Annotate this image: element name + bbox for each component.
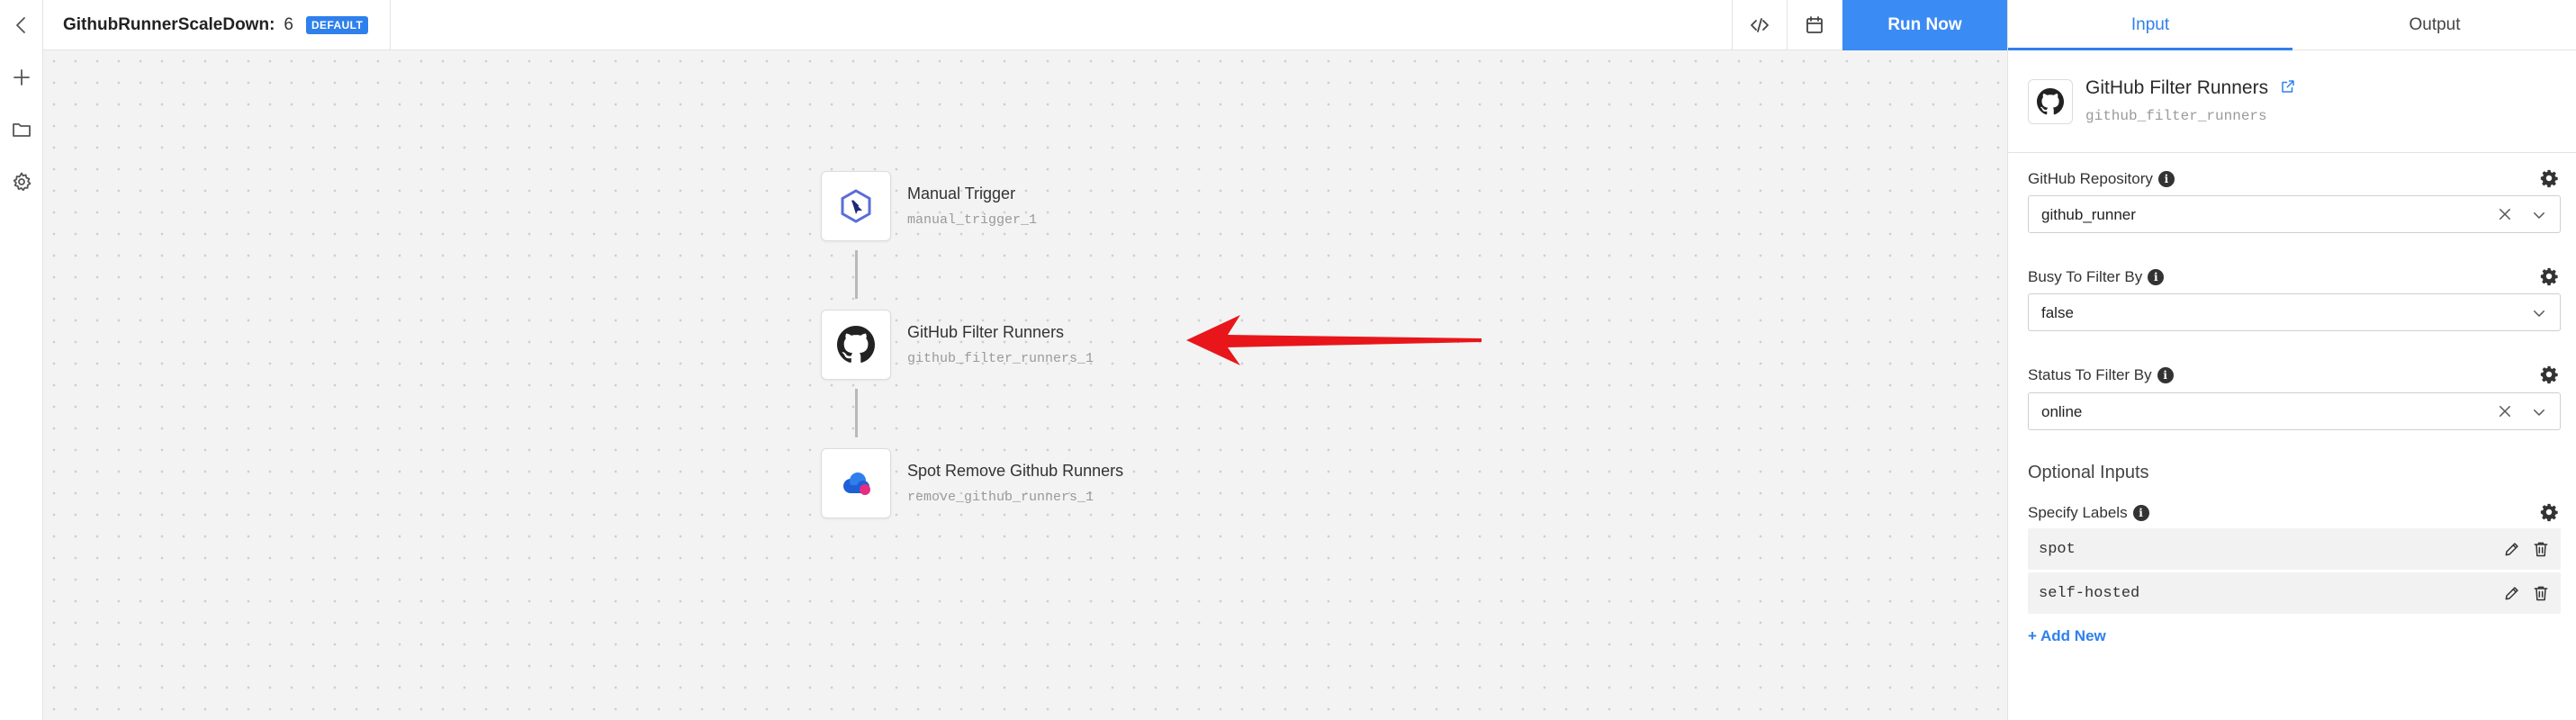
list-item: self-hosted bbox=[2028, 572, 2561, 614]
spot-cloud-icon bbox=[843, 472, 870, 495]
status-filter-select[interactable]: online bbox=[2028, 392, 2561, 430]
node-connector bbox=[855, 389, 858, 437]
node-text: Spot Remove Github Runners remove_github… bbox=[907, 462, 1123, 505]
workflow-name: GithubRunnerScaleDown: bbox=[63, 15, 275, 34]
field-label-text: GitHub Repository bbox=[2028, 170, 2153, 187]
calendar-icon[interactable] bbox=[1787, 0, 1841, 50]
workflow-node-github-filter-runners[interactable]: GitHub Filter Runners github_filter_runn… bbox=[821, 310, 1094, 380]
add-new-label-button[interactable]: + Add New bbox=[2028, 627, 2106, 645]
back-chevron-icon[interactable] bbox=[4, 7, 40, 43]
node-id: remove_github_runners_1 bbox=[907, 490, 1094, 505]
selected-node-name: GitHub Filter Runners bbox=[2085, 77, 2269, 98]
external-link-icon[interactable] bbox=[2280, 78, 2296, 99]
trash-icon[interactable] bbox=[2532, 540, 2550, 558]
workflow-node-manual-trigger[interactable]: Manual Trigger manual_trigger_1 bbox=[821, 171, 1037, 241]
node-icon-box[interactable] bbox=[821, 310, 891, 380]
chevron-down-icon[interactable] bbox=[2531, 404, 2547, 420]
github-icon bbox=[837, 326, 875, 363]
busy-filter-label: Busy To Filter By i bbox=[2028, 268, 2165, 286]
node-config-panel: Input Output GitHub Filter Runners githu… bbox=[2007, 0, 2576, 720]
pencil-icon[interactable] bbox=[2503, 584, 2521, 602]
selected-node-header: GitHub Filter Runners github_filter_runn… bbox=[2008, 50, 2576, 153]
field-label-text: Specify Labels bbox=[2028, 504, 2128, 521]
github-icon bbox=[2028, 79, 2073, 124]
workflow-node-spot-remove-runners[interactable]: Spot Remove Github Runners remove_github… bbox=[821, 448, 1123, 518]
select-value: false bbox=[2041, 304, 2074, 321]
github-repository-select[interactable]: github_runner bbox=[2028, 195, 2561, 233]
label-value: spot bbox=[2039, 541, 2076, 558]
status-filter-label: Status To Filter By i bbox=[2028, 366, 2174, 384]
gear-icon[interactable] bbox=[4, 164, 40, 200]
info-icon[interactable]: i bbox=[2132, 505, 2149, 521]
clear-icon[interactable] bbox=[2497, 206, 2513, 222]
list-item: spot bbox=[2028, 528, 2561, 570]
chevron-down-icon[interactable] bbox=[2531, 207, 2547, 223]
info-icon[interactable]: i bbox=[2148, 269, 2165, 285]
run-now-button[interactable]: Run Now bbox=[1842, 0, 2007, 50]
optional-inputs-heading: Optional Inputs bbox=[2028, 463, 2149, 482]
pencil-icon[interactable] bbox=[2503, 540, 2521, 558]
top-bar: GithubRunnerScaleDown: 6 DEFAULT Run Now bbox=[43, 0, 2007, 50]
select-value: github_runner bbox=[2041, 206, 2136, 223]
gear-icon[interactable] bbox=[2539, 266, 2559, 286]
info-icon[interactable]: i bbox=[2157, 367, 2174, 383]
node-name: Manual Trigger bbox=[907, 184, 1016, 202]
node-text: Manual Trigger manual_trigger_1 bbox=[907, 184, 1037, 228]
node-connector bbox=[855, 250, 858, 299]
field-label-text: Busy To Filter By bbox=[2028, 268, 2143, 285]
node-text: GitHub Filter Runners github_filter_runn… bbox=[907, 323, 1094, 366]
panel-tabs: Input Output bbox=[2008, 0, 2576, 50]
workflow-version: 6 bbox=[284, 15, 293, 34]
left-rail bbox=[0, 0, 43, 720]
trash-icon[interactable] bbox=[2532, 584, 2550, 602]
workflow-canvas[interactable]: Manual Trigger manual_trigger_1 GitHub F… bbox=[43, 50, 2007, 720]
clear-icon[interactable] bbox=[2497, 403, 2513, 419]
node-name: Spot Remove Github Runners bbox=[907, 462, 1124, 480]
node-id: github_filter_runners_1 bbox=[907, 351, 1094, 366]
node-icon-box[interactable] bbox=[821, 171, 891, 241]
folder-icon[interactable] bbox=[4, 112, 40, 148]
gear-icon[interactable] bbox=[2539, 364, 2559, 384]
plus-icon[interactable] bbox=[4, 59, 40, 95]
node-icon-box[interactable] bbox=[821, 448, 891, 518]
label-value: self-hosted bbox=[2039, 585, 2140, 602]
gear-icon[interactable] bbox=[2539, 502, 2559, 522]
red-arrow-annotation bbox=[1186, 315, 1482, 365]
tab-output[interactable]: Output bbox=[2292, 0, 2576, 50]
node-name: GitHub Filter Runners bbox=[907, 323, 1065, 341]
selected-node-id: github_filter_runners bbox=[2085, 108, 2267, 124]
workflow-title: GithubRunnerScaleDown: 6 DEFAULT bbox=[63, 0, 392, 50]
code-icon[interactable] bbox=[1732, 0, 1786, 50]
specify-labels-label: Specify Labels i bbox=[2028, 504, 2149, 522]
field-label-text: Status To Filter By bbox=[2028, 366, 2152, 383]
cursor-hexagon-icon bbox=[841, 189, 871, 223]
info-icon[interactable]: i bbox=[2157, 171, 2175, 187]
node-id: manual_trigger_1 bbox=[907, 212, 1038, 228]
github-repository-label: GitHub Repository i bbox=[2028, 170, 2175, 188]
gear-icon[interactable] bbox=[2539, 168, 2559, 188]
chevron-down-icon[interactable] bbox=[2531, 305, 2547, 321]
busy-filter-select[interactable]: false bbox=[2028, 293, 2561, 331]
tab-input[interactable]: Input bbox=[2008, 0, 2292, 50]
select-value: online bbox=[2041, 403, 2083, 420]
default-badge: DEFAULT bbox=[305, 16, 369, 34]
